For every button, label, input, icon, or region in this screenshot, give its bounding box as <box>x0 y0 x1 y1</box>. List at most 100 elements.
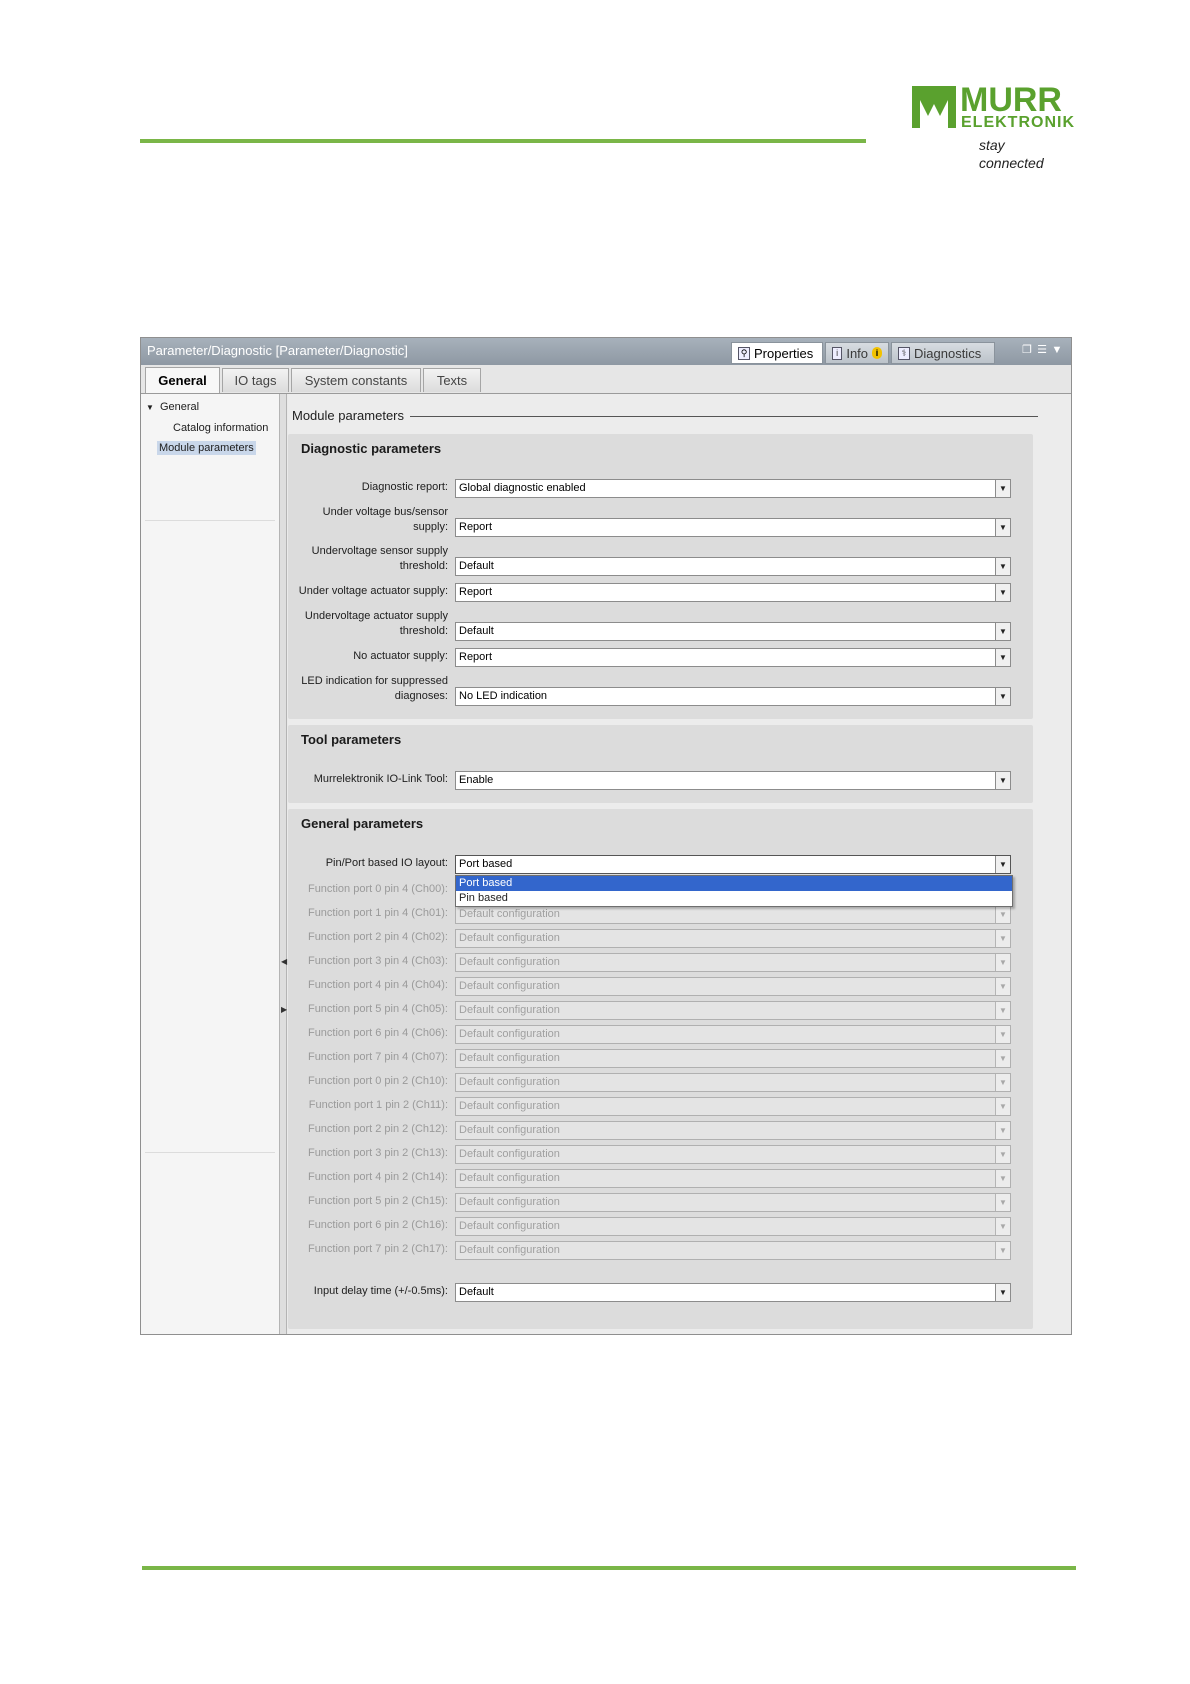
param-label: LED indication for suppressed diagnoses: <box>301 675 448 702</box>
dropdown-arrow-icon[interactable]: ▼ <box>995 1218 1010 1235</box>
dropdown-arrow-icon[interactable]: ▼ <box>995 1074 1010 1091</box>
dropdown-arrow-icon[interactable]: ▼ <box>995 584 1010 601</box>
param-row-function-port: Function port 1 pin 2 (Ch11): Default con… <box>288 1096 1033 1116</box>
dropdown-arrow-icon[interactable]: ▼ <box>995 1026 1010 1043</box>
function-port-select[interactable]: Default configuration▼ <box>455 1241 1011 1260</box>
io-layout-select[interactable]: Port based ▼ <box>455 855 1011 874</box>
tool-parameters-group: Tool parameters Murrelektronik IO-Link T… <box>288 725 1033 803</box>
logo-tagline: stay connected <box>979 137 1044 171</box>
param-row-io-link-tool: Murrelektronik IO-Link Tool: Enable ▼ <box>288 770 1033 790</box>
dropdown-arrow-icon[interactable]: ▼ <box>995 930 1010 947</box>
function-port-select[interactable]: Default configuration▼ <box>455 1097 1011 1116</box>
dropdown-arrow-icon[interactable]: ▼ <box>995 1284 1010 1301</box>
tab-general[interactable]: General <box>145 367 220 393</box>
function-port-select[interactable]: Default configuration▼ <box>455 977 1011 996</box>
collapse-arrow-icon[interactable]: ▼ <box>1051 345 1063 356</box>
inspector-tab-info[interactable]: i Info i <box>825 342 889 364</box>
dropdown-option-port-based[interactable]: Port based <box>456 876 1012 891</box>
nav-item-general[interactable]: ▼ General <box>146 401 199 413</box>
param-row-function-port: Function port 3 pin 2 (Ch13): Default con… <box>288 1144 1033 1164</box>
expand-right-icon[interactable]: ▶ <box>281 1005 287 1014</box>
dropdown-arrow-icon[interactable]: ▼ <box>995 519 1010 536</box>
restore-icon[interactable]: ❐ <box>1021 345 1033 356</box>
dropdown-arrow-icon[interactable]: ▼ <box>995 856 1010 873</box>
tab-io-tags[interactable]: IO tags <box>222 368 289 392</box>
tab-system-constants[interactable]: System constants <box>291 368 421 392</box>
param-row-io-layout: Pin/Port based IO layout: Port based ▼ <box>288 854 1033 874</box>
param-label: Function port 5 pin 2 (Ch15): <box>307 1195 448 1207</box>
param-row-function-port: Function port 4 pin 4 (Ch04): Default con… <box>288 976 1033 996</box>
param-label: Under voltage bus/sensor supply: <box>322 506 448 533</box>
undervoltage-actuator-threshold-select[interactable]: Default ▼ <box>455 622 1011 641</box>
io-link-tool-select[interactable]: Enable ▼ <box>455 771 1011 790</box>
param-label: Under voltage actuator supply: <box>298 585 448 597</box>
dropdown-arrow-icon[interactable]: ▼ <box>995 772 1010 789</box>
murrelektronik-logo: MURR ELEKTRONIK stay connected <box>912 81 1075 171</box>
dropdown-arrow-icon[interactable]: ▼ <box>995 623 1010 640</box>
dropdown-arrow-icon[interactable]: ▼ <box>995 1122 1010 1139</box>
dropdown-arrow-icon[interactable]: ▼ <box>995 954 1010 971</box>
dropdown-arrow-icon[interactable]: ▼ <box>995 1242 1010 1259</box>
input-delay-time-select[interactable]: Default ▼ <box>455 1283 1011 1302</box>
dropdown-arrow-icon[interactable]: ▼ <box>995 1098 1010 1115</box>
inspector-tab-properties[interactable]: ⚲ Properties <box>731 342 823 364</box>
general-parameters-group: General parameters Pin/Port based IO lay… <box>288 809 1033 1329</box>
dropdown-arrow-icon[interactable]: ▼ <box>995 1194 1010 1211</box>
undervoltage-actuator-select[interactable]: Report ▼ <box>455 583 1011 602</box>
panel-splitter[interactable]: ◀ ▶ <box>279 394 287 1334</box>
undervoltage-bus-sensor-select[interactable]: Report ▼ <box>455 518 1011 537</box>
undervoltage-sensor-threshold-select[interactable]: Default ▼ <box>455 557 1011 576</box>
no-actuator-supply-select[interactable]: Report ▼ <box>455 648 1011 667</box>
param-row-function-port: Function port 3 pin 4 (Ch03): Default con… <box>288 952 1033 972</box>
diagnostic-report-select[interactable]: Global diagnostic enabled ▼ <box>455 479 1011 498</box>
param-label: Function port 7 pin 2 (Ch17): <box>307 1243 448 1255</box>
nav-divider <box>145 1152 275 1153</box>
dropdown-arrow-icon[interactable]: ▼ <box>995 1146 1010 1163</box>
tab-texts[interactable]: Texts <box>423 368 481 392</box>
param-row-led-indication: LED indication for suppressed diagnoses: … <box>288 675 1033 706</box>
function-port-select[interactable]: Default configuration▼ <box>455 1121 1011 1140</box>
function-port-select[interactable]: Default configuration▼ <box>455 1073 1011 1092</box>
function-port-select[interactable]: Default configuration▼ <box>455 1001 1011 1020</box>
param-row-function-port: Function port 1 pin 4 (Ch01): Default con… <box>288 904 1033 924</box>
function-port-select[interactable]: Default configuration▼ <box>455 905 1011 924</box>
param-label: Undervoltage actuator supply threshold: <box>304 610 448 637</box>
function-port-select[interactable]: Default configuration▼ <box>455 1145 1011 1164</box>
param-label: Function port 0 pin 2 (Ch10): <box>307 1075 448 1087</box>
nav-item-catalog-information[interactable]: Catalog information <box>173 422 268 434</box>
function-port-select[interactable]: Default configuration▼ <box>455 1169 1011 1188</box>
collapse-left-icon[interactable]: ◀ <box>281 957 287 966</box>
param-label: Function port 2 pin 4 (Ch02): <box>307 931 448 943</box>
inspector-tab-diagnostics[interactable]: ⚕ Diagnostics <box>891 342 995 364</box>
properties-icon: ⚲ <box>738 346 750 360</box>
function-port-select[interactable]: Default configuration▼ <box>455 953 1011 972</box>
dropdown-arrow-icon[interactable]: ▼ <box>995 558 1010 575</box>
window-titlebar: Parameter/Diagnostic [Parameter/Diagnost… <box>141 338 1071 365</box>
dropdown-arrow-icon[interactable]: ▼ <box>995 1050 1010 1067</box>
logo-subbrand: ELEKTRONIK <box>961 114 1075 131</box>
layout-icon[interactable]: ☰ <box>1036 345 1048 356</box>
function-port-select[interactable]: Default configuration▼ <box>455 1025 1011 1044</box>
function-port-select[interactable]: Default configuration▼ <box>455 1193 1011 1212</box>
param-row-function-port: Function port 6 pin 4 (Ch06): Default con… <box>288 1024 1033 1044</box>
param-row-undervoltage-bus-sensor: Under voltage bus/sensor supply: Report ▼ <box>288 506 1033 537</box>
expand-arrow-icon[interactable]: ▼ <box>146 403 154 412</box>
led-indication-select[interactable]: No LED indication ▼ <box>455 687 1011 706</box>
param-row-function-port: Function port 2 pin 4 (Ch02): Default con… <box>288 928 1033 948</box>
dropdown-arrow-icon[interactable]: ▼ <box>995 1002 1010 1019</box>
function-port-select[interactable]: Default configuration▼ <box>455 1217 1011 1236</box>
dropdown-arrow-icon[interactable]: ▼ <box>995 480 1010 497</box>
dropdown-arrow-icon[interactable]: ▼ <box>995 688 1010 705</box>
function-port-select[interactable]: Default configuration▼ <box>455 1049 1011 1068</box>
dropdown-arrow-icon[interactable]: ▼ <box>995 1170 1010 1187</box>
nav-item-module-parameters[interactable]: Module parameters <box>157 441 256 455</box>
dropdown-arrow-icon[interactable]: ▼ <box>995 978 1010 995</box>
dropdown-arrow-icon[interactable]: ▼ <box>995 906 1010 923</box>
dropdown-option-pin-based[interactable]: Pin based <box>456 891 1012 906</box>
diagnostics-icon: ⚕ <box>898 346 910 360</box>
group-title: General parameters <box>301 816 424 831</box>
function-port-select[interactable]: Default configuration▼ <box>455 929 1011 948</box>
inspector-tab-label: Properties <box>754 345 814 361</box>
dropdown-arrow-icon[interactable]: ▼ <box>995 649 1010 666</box>
info-badge-icon: i <box>872 347 882 359</box>
